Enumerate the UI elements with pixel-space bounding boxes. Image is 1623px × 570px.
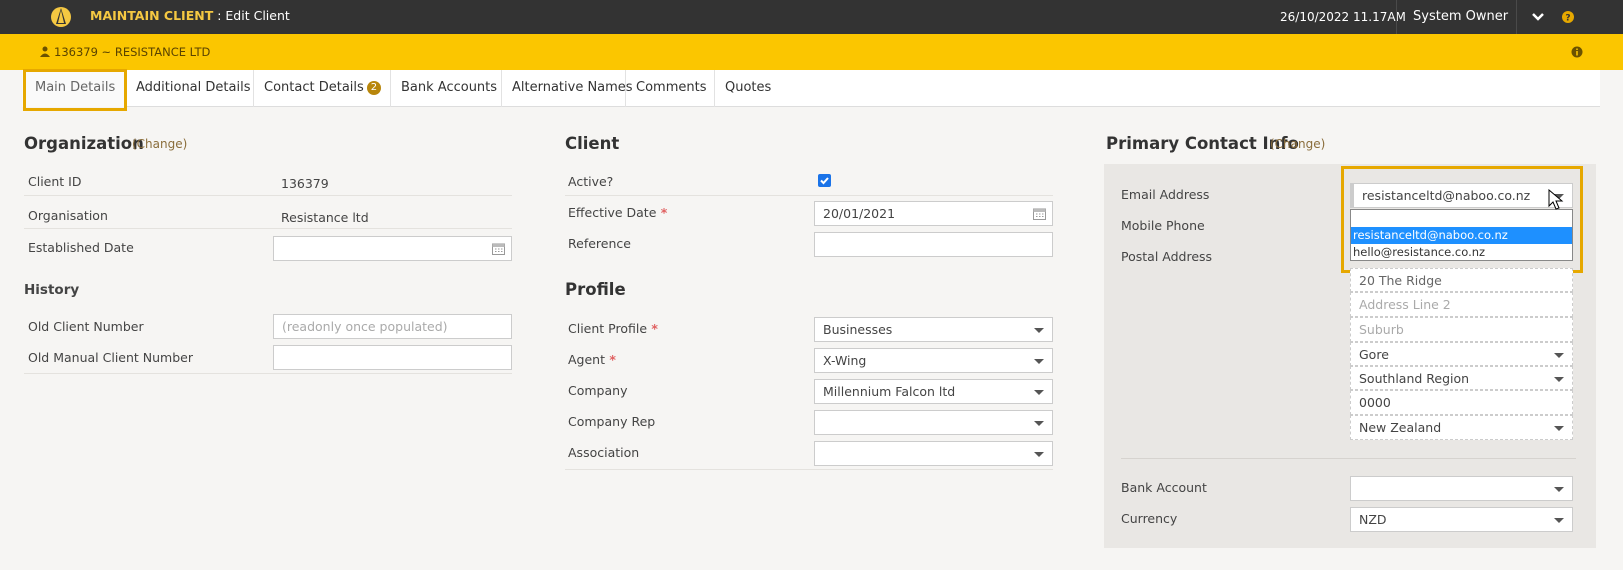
mouse-cursor-icon [1548, 189, 1564, 210]
established-date-field[interactable] [273, 236, 512, 261]
city-select[interactable]: Gore [1350, 342, 1573, 366]
page-title: MAINTAIN CLIENT : Edit Client [90, 8, 290, 23]
active-checkbox[interactable] [818, 174, 831, 187]
divider [24, 195, 512, 196]
page-subtitle: : Edit Client [213, 8, 290, 23]
currency-select[interactable]: NZD [1350, 507, 1573, 532]
currency-label: Currency [1121, 511, 1178, 526]
change-primary-contact-link[interactable]: (Change) [1270, 137, 1325, 151]
reference-field[interactable] [814, 232, 1053, 257]
tab-label: Bank Accounts [401, 80, 498, 95]
chevron-down-icon[interactable] [1530, 9, 1546, 25]
established-date-label: Established Date [28, 240, 134, 255]
count-badge: 2 [366, 81, 382, 95]
top-bar: MAINTAIN CLIENT : Edit Client 26/10/2022… [0, 0, 1623, 34]
client-id-value: 136379 [281, 176, 329, 191]
company-rep-select[interactable] [814, 410, 1053, 435]
divider [24, 228, 512, 229]
agent-label-text: Agent [568, 352, 605, 367]
user-menu[interactable]: System Owner [1413, 9, 1508, 24]
help-icon[interactable]: ? [1561, 10, 1575, 24]
bank-account-label: Bank Account [1121, 480, 1207, 495]
country-select[interactable]: New Zealand [1350, 415, 1573, 440]
postcode-field[interactable]: 0000 [1350, 390, 1573, 415]
association-label: Association [568, 445, 640, 460]
company-rep-label: Company Rep [568, 414, 656, 429]
email-address-label: Email Address [1121, 187, 1210, 202]
tab-contact-details[interactable]: Contact Details 2 [254, 70, 391, 107]
sail-logo-icon[interactable] [50, 6, 72, 28]
tab-alternative-names[interactable]: Alternative Names [502, 70, 633, 107]
company-label: Company [568, 383, 628, 398]
tab-label: Quotes [725, 80, 772, 95]
old-client-number-label: Old Client Number [28, 319, 144, 334]
client-id-label: Client ID [28, 174, 82, 189]
person-icon [40, 46, 50, 57]
highlight-frame [23, 69, 127, 111]
organisation-value: Resistance ltd [281, 210, 369, 225]
calendar-icon[interactable] [492, 242, 505, 255]
address-line-2-field[interactable]: Address Line 2 [1350, 292, 1573, 317]
tab-bank-accounts[interactable]: Bank Accounts [391, 70, 502, 107]
section-title-history: History [24, 282, 80, 298]
client-bar: 136379 ~ RESISTANCE LTD [0, 34, 1623, 70]
mobile-phone-label: Mobile Phone [1121, 218, 1205, 233]
agent-select[interactable]: X-Wing [814, 348, 1053, 373]
company-select[interactable]: Millennium Falcon ltd [814, 379, 1053, 404]
datetime-display: 26/10/2022 11.17AM [1280, 10, 1406, 24]
bank-account-select[interactable] [1350, 476, 1573, 501]
section-title-client: Client [565, 134, 620, 153]
highlight-frame [1341, 166, 1583, 273]
required-marker: * [656, 205, 668, 220]
organisation-label: Organisation [28, 208, 108, 223]
association-select[interactable] [814, 441, 1053, 466]
divider [1121, 458, 1576, 459]
check-icon [820, 177, 829, 185]
client-identifier-text: 136379 ~ RESISTANCE LTD [54, 45, 211, 59]
tab-label: Additional Details [136, 80, 251, 95]
client-profile-label-text: Client Profile [568, 321, 648, 336]
old-manual-client-number-label: Old Manual Client Number [28, 350, 193, 365]
effective-date-label: Effective Date * [568, 205, 667, 220]
tab-comments[interactable]: Comments [626, 70, 715, 107]
required-marker: * [647, 321, 658, 336]
suburb-field[interactable]: Suburb [1350, 317, 1573, 342]
module-name: MAINTAIN CLIENT [90, 8, 214, 23]
info-icon[interactable] [1571, 46, 1583, 58]
tab-label: Contact Details [264, 80, 364, 95]
old-manual-client-number-field[interactable] [273, 345, 512, 370]
region-select[interactable]: Southland Region [1350, 366, 1573, 390]
divider [565, 469, 1053, 470]
agent-label: Agent * [568, 352, 616, 367]
active-label: Active? [568, 174, 614, 189]
divider [24, 373, 512, 374]
client-profile-label: Client Profile * [568, 321, 658, 336]
client-identifier: 136379 ~ RESISTANCE LTD [40, 45, 210, 59]
tab-label: Comments [636, 80, 707, 95]
calendar-icon[interactable] [1033, 207, 1046, 220]
effective-date-value: 20/01/2021 [823, 206, 896, 221]
section-title-organization: Organization [24, 134, 144, 153]
svg-text:?: ? [1565, 14, 1570, 24]
tab-label: Alternative Names [512, 80, 633, 95]
tab-bar: Main Details Additional Details Contact … [22, 70, 1600, 107]
effective-date-label-text: Effective Date [568, 205, 657, 220]
reference-label: Reference [568, 236, 631, 251]
old-client-number-field[interactable]: (readonly once populated) [273, 314, 512, 339]
client-profile-select[interactable]: Businesses [814, 317, 1053, 342]
postal-address-label: Postal Address [1121, 249, 1213, 264]
change-organization-link[interactable]: (Change) [132, 137, 187, 151]
section-title-profile: Profile [565, 280, 626, 299]
tab-additional-details[interactable]: Additional Details [126, 70, 254, 107]
divider [565, 195, 1053, 196]
divider [1516, 0, 1517, 34]
effective-date-field[interactable]: 20/01/2021 [814, 201, 1053, 226]
required-marker: * [605, 352, 616, 367]
address-line-1-field[interactable]: 20 The Ridge [1350, 268, 1573, 292]
divider [1396, 0, 1397, 34]
tab-quotes[interactable]: Quotes [715, 70, 785, 107]
